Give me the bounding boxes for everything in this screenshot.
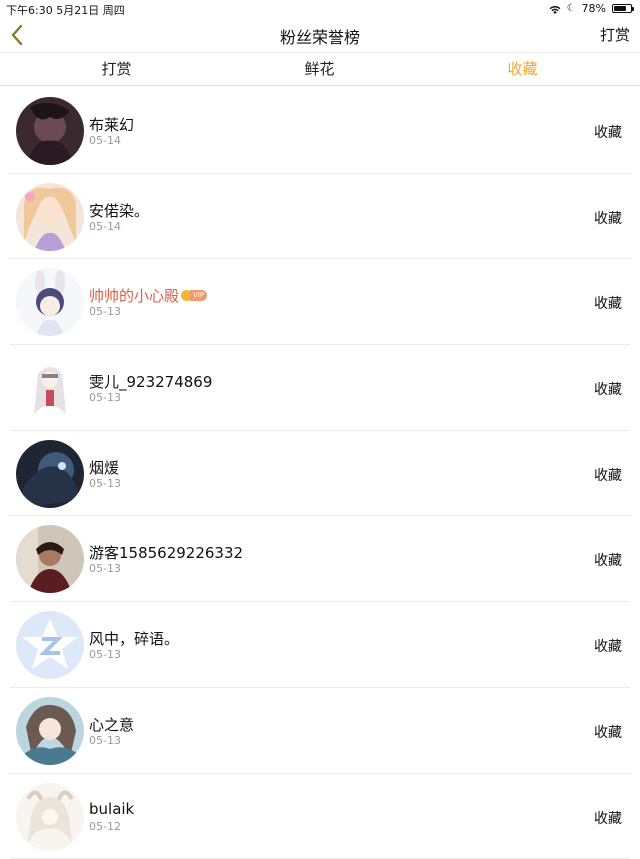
avatar	[16, 525, 84, 593]
date: 05-13	[89, 477, 121, 490]
date: 05-13	[89, 734, 121, 747]
action-label: 收藏	[594, 636, 622, 656]
action-label: 收藏	[594, 293, 622, 313]
list-item[interactable]: 帅帅的小心殿 VIP 05-13 收藏	[0, 259, 640, 345]
status-bar: 下午6:30 5月21日 周四 ☾ 78%	[0, 0, 640, 18]
user-name: 游客1585629226332	[89, 542, 243, 563]
fan-list: 布莱幻 05-14 收藏 安偌染。 05-14 收藏 帅帅的小心殿 VIP 05…	[0, 88, 640, 859]
moon-icon: ☾	[567, 4, 576, 14]
battery-percent: 78%	[582, 2, 606, 15]
page-title: 粉丝荣誉榜	[0, 24, 640, 48]
list-item[interactable]: 布莱幻 05-14 收藏	[0, 88, 640, 174]
reward-button[interactable]: 打赏	[600, 24, 630, 45]
avatar	[16, 611, 84, 679]
nav-bar: 粉丝荣誉榜 打赏	[0, 18, 640, 52]
date: 05-14	[89, 220, 121, 233]
date: 05-13	[89, 562, 121, 575]
user-name: bulaik	[89, 800, 134, 818]
action-label: 收藏	[594, 550, 622, 570]
user-name: 风中，碎语。	[89, 628, 179, 649]
wifi-icon	[549, 4, 561, 13]
action-label: 收藏	[594, 379, 622, 399]
date: 05-13	[89, 305, 121, 318]
action-label: 收藏	[594, 122, 622, 142]
list-item[interactable]: 风中，碎语。 05-13 收藏	[0, 602, 640, 688]
list-item[interactable]: bulaik 05-12 收藏	[0, 774, 640, 859]
tab-bar: 打赏 鲜花 收藏	[0, 52, 640, 86]
user-name-text: 帅帅的小心殿	[89, 285, 179, 306]
list-item[interactable]: 游客1585629226332 05-13 收藏	[0, 516, 640, 602]
user-name: 布莱幻	[89, 114, 134, 135]
action-label: 收藏	[594, 465, 622, 485]
list-item[interactable]: 心之意 05-13 收藏	[0, 688, 640, 774]
tab-flowers[interactable]: 鲜花	[213, 53, 426, 87]
avatar	[16, 697, 84, 765]
avatar	[16, 783, 84, 851]
user-name: 雯儿_923274869	[89, 371, 212, 392]
avatar	[16, 183, 84, 251]
battery-icon	[612, 4, 632, 13]
action-label: 收藏	[594, 208, 622, 228]
user-name: 心之意	[89, 714, 134, 735]
list-item[interactable]: 烟煖 05-13 收藏	[0, 431, 640, 517]
status-time: 下午6:30 5月21日 周四	[6, 2, 125, 18]
date: 05-14	[89, 134, 121, 147]
tab-reward[interactable]: 打赏	[10, 53, 223, 87]
user-name: 烟煖	[89, 457, 119, 478]
date: 05-13	[89, 391, 121, 404]
avatar	[16, 97, 84, 165]
tab-favorites[interactable]: 收藏	[416, 53, 629, 87]
action-label: 收藏	[594, 808, 622, 828]
avatar	[16, 354, 84, 422]
action-label: 收藏	[594, 722, 622, 742]
vip-badge-text: VIP	[190, 290, 207, 301]
list-item[interactable]: 雯儿_923274869 05-13 收藏	[0, 345, 640, 431]
avatar	[16, 268, 84, 336]
battery-level	[614, 6, 626, 11]
status-icons: ☾ 78%	[549, 2, 632, 15]
vip-badge: VIP	[181, 290, 207, 302]
user-name: 帅帅的小心殿 VIP	[89, 285, 207, 306]
date: 05-12	[89, 820, 121, 833]
avatar	[16, 440, 84, 508]
date: 05-13	[89, 648, 121, 661]
list-item[interactable]: 安偌染。 05-14 收藏	[0, 174, 640, 260]
user-name: 安偌染。	[89, 200, 149, 221]
